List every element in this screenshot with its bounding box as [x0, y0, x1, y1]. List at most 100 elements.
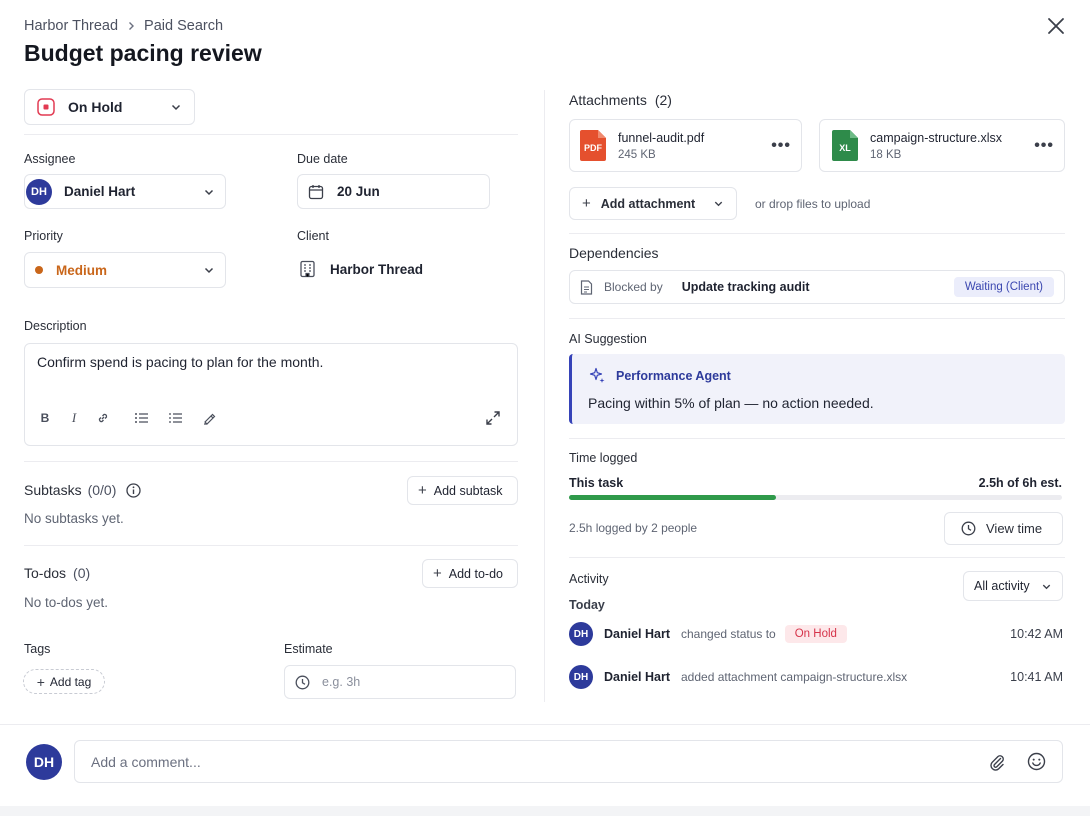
chevron-down-icon	[170, 101, 182, 113]
clock-icon	[295, 675, 310, 690]
add-subtask-label: Add subtask	[433, 483, 503, 498]
breadcrumb: Harbor Thread Paid Search	[24, 17, 223, 35]
add-todo-button[interactable]: + Add to-do	[422, 559, 518, 588]
plus-icon: +	[36, 673, 45, 690]
activity-action: added attachment campaign-structure.xlsx	[681, 670, 908, 684]
pdf-type-label: PDF	[584, 143, 602, 153]
priority-dot-icon	[35, 266, 43, 274]
assignee-name: Daniel Hart	[64, 184, 136, 199]
subtasks-empty: No subtasks yet.	[24, 511, 124, 526]
subtasks-count: (0/0)	[87, 482, 117, 498]
attachment-card[interactable]: PDF funnel-audit.pdf 245 KB •••	[569, 119, 802, 172]
attachment-name: campaign-structure.xlsx	[870, 130, 1002, 145]
blocked-by-label: Blocked by	[604, 280, 663, 294]
bullet-list-icon[interactable]	[131, 408, 151, 428]
page-title: Budget pacing review	[24, 40, 262, 66]
list-item: DH Daniel Hart added attachment campaign…	[569, 665, 1063, 689]
due-date-picker[interactable]: 20 Jun	[297, 174, 490, 209]
description-editor[interactable]: Confirm spend is pacing to plan for the …	[24, 343, 518, 446]
attachments-header: Attachments (2)	[569, 92, 672, 108]
calendar-icon	[308, 184, 324, 200]
activity-label: Activity	[569, 572, 609, 586]
status-label: On Hold	[68, 99, 123, 115]
expand-icon[interactable]	[485, 410, 501, 426]
avatar: DH	[26, 178, 52, 205]
logged-by-text: 2.5h logged by 2 people	[569, 521, 698, 535]
estimate-input[interactable]: e.g. 3h	[284, 665, 516, 699]
todos-header: To-dos (0)	[24, 565, 90, 581]
chevron-right-icon	[126, 21, 136, 31]
time-progress-track	[569, 495, 1062, 500]
attachments-count: (2)	[654, 92, 672, 108]
ai-suggestion-label: AI Suggestion	[569, 332, 647, 346]
pdf-file-icon: PDF	[580, 130, 606, 161]
view-time-label: View time	[986, 521, 1043, 536]
estimate-placeholder: e.g. 3h	[322, 675, 361, 689]
bold-icon[interactable]: B	[35, 408, 55, 428]
due-date-label: Due date	[297, 152, 348, 166]
ai-suggestion-card: Performance Agent Pacing within 5% of pl…	[569, 354, 1065, 424]
status-dropdown[interactable]: On Hold	[24, 89, 195, 125]
more-icon[interactable]: •••	[771, 137, 791, 155]
attachments-label: Attachments	[569, 92, 647, 108]
clock-icon	[961, 521, 976, 536]
subtasks-header: Subtasks (0/0)	[24, 482, 142, 498]
document-icon	[580, 279, 593, 295]
time-summary: 2.5h of 6h est.	[978, 476, 1062, 490]
building-icon	[299, 260, 316, 278]
view-time-button[interactable]: View time	[944, 512, 1063, 545]
this-task-label: This task	[569, 476, 624, 490]
client-label: Client	[297, 229, 329, 243]
attachment-card[interactable]: XL campaign-structure.xlsx 18 KB •••	[819, 119, 1065, 172]
priority-dropdown[interactable]: Medium	[24, 252, 226, 288]
list-item: DH Daniel Hart changed status to On Hold…	[569, 622, 1063, 646]
info-icon[interactable]	[126, 482, 142, 498]
add-attachment-button[interactable]: + Add attachment	[569, 187, 737, 220]
assignee-dropdown[interactable]: DH Daniel Hart	[24, 174, 226, 209]
column-divider	[544, 90, 545, 702]
close-icon[interactable]	[1046, 16, 1066, 36]
dependencies-label: Dependencies	[569, 245, 659, 261]
activity-user[interactable]: Daniel Hart	[604, 670, 670, 684]
breadcrumb-workspace[interactable]: Harbor Thread	[24, 18, 118, 34]
activity-time: 10:42 AM	[1010, 627, 1063, 641]
priority-value: Medium	[56, 262, 108, 278]
plus-icon: +	[418, 482, 427, 499]
add-todo-label: Add to-do	[448, 566, 503, 581]
add-tag-button[interactable]: + Add tag	[23, 669, 105, 694]
activity-filter-label: All activity	[974, 579, 1030, 593]
client-field[interactable]: Harbor Thread	[299, 260, 423, 278]
status-icon	[37, 98, 55, 116]
activity-filter-dropdown[interactable]: All activity	[963, 571, 1063, 601]
activity-user[interactable]: Daniel Hart	[604, 627, 670, 641]
tags-label: Tags	[24, 642, 51, 656]
comment-placeholder: Add a comment...	[91, 753, 201, 770]
italic-icon[interactable]: I	[64, 408, 84, 428]
attachment-size: 18 KB	[870, 148, 902, 161]
emoji-icon[interactable]	[1027, 752, 1046, 771]
dependency-task[interactable]: Update tracking audit	[682, 280, 810, 294]
paperclip-icon[interactable]	[988, 753, 1006, 771]
dependency-row[interactable]: Blocked by Update tracking audit Waiting…	[569, 270, 1065, 304]
client-value: Harbor Thread	[330, 261, 424, 277]
chevron-down-icon	[203, 186, 215, 198]
breadcrumb-section[interactable]: Paid Search	[144, 18, 223, 34]
plus-icon: +	[433, 565, 442, 582]
add-subtask-button[interactable]: + Add subtask	[407, 476, 518, 505]
attachment-size: 245 KB	[618, 148, 656, 161]
todos-empty: No to-dos yet.	[24, 595, 109, 610]
description-text[interactable]: Confirm spend is pacing to plan for the …	[37, 354, 505, 370]
more-icon[interactable]: •••	[1034, 137, 1054, 155]
spreadsheet-file-icon: XL	[832, 130, 858, 161]
time-logged-label: Time logged	[569, 451, 638, 465]
avatar: DH	[26, 744, 62, 780]
highlight-icon[interactable]	[199, 408, 219, 428]
ai-message: Pacing within 5% of plan — no action nee…	[588, 395, 874, 411]
numbered-list-icon[interactable]	[165, 408, 185, 428]
comment-input[interactable]: Add a comment...	[74, 740, 1063, 783]
todos-count: (0)	[73, 565, 91, 581]
plus-icon: +	[582, 195, 591, 212]
chevron-down-icon	[713, 198, 724, 209]
activity-action: changed status to	[681, 627, 776, 641]
link-icon[interactable]	[93, 408, 113, 428]
